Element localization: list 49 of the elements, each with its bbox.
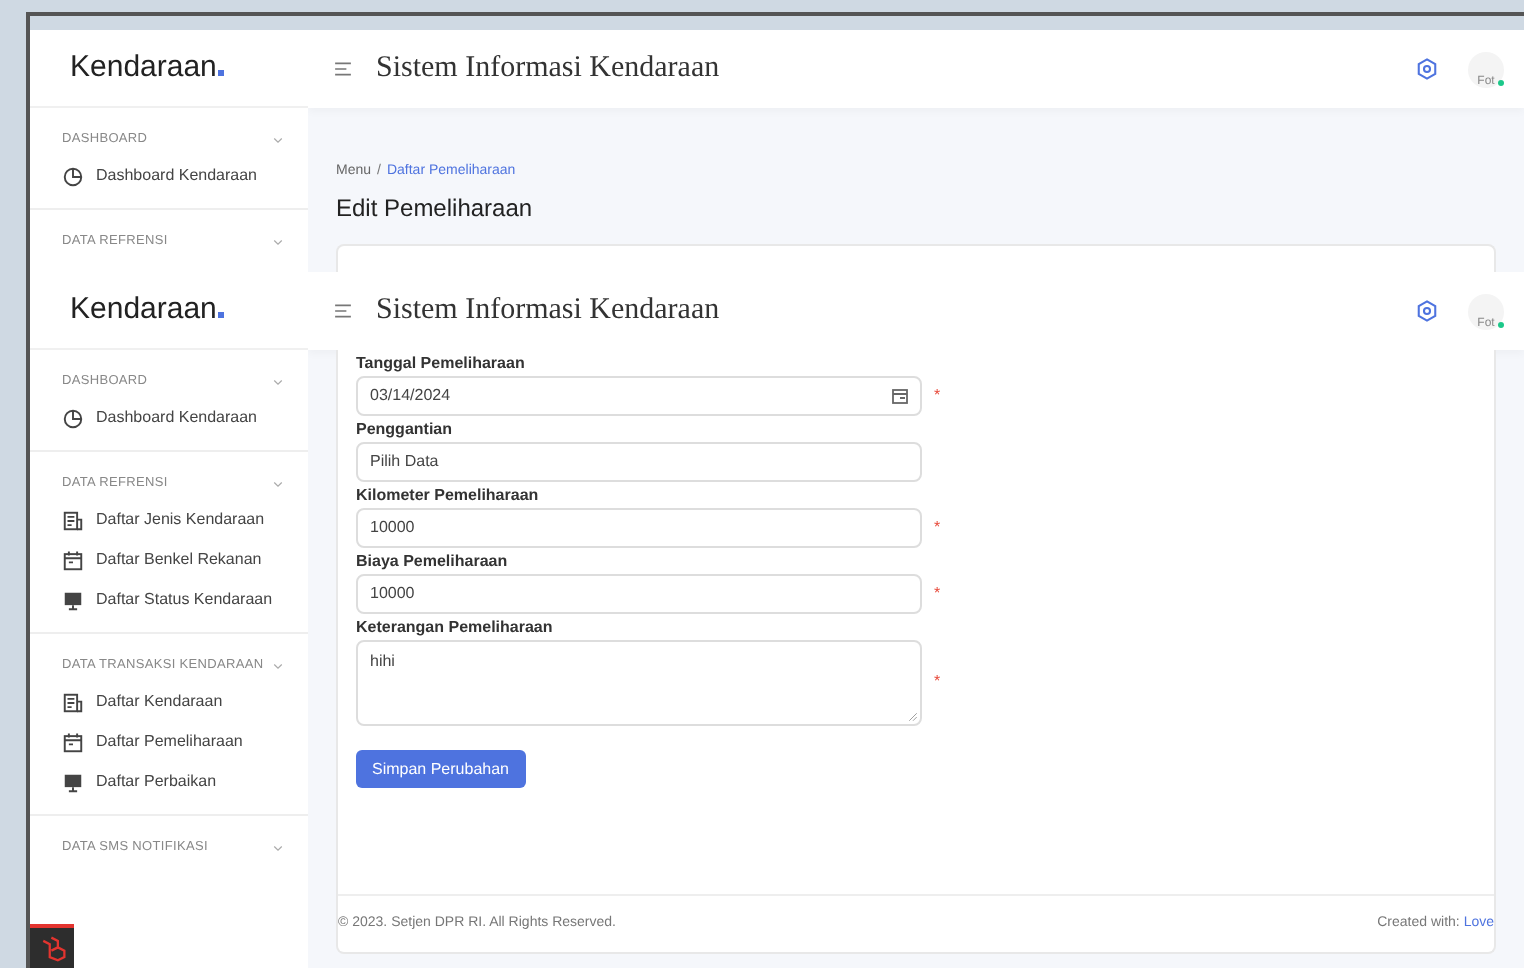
menu-item[interactable]: Daftar Perbaikan [62, 762, 217, 802]
required-mark: * [934, 670, 941, 694]
pie-chart-icon [62, 407, 84, 429]
field-label: Biaya Pemeliharaan [356, 550, 510, 572]
app-logo[interactable]: Kendaraan [70, 287, 225, 333]
settings-icon [1416, 300, 1438, 322]
chevron-down-icon [272, 134, 284, 146]
pie-chart-icon [62, 165, 84, 187]
monitor-icon [62, 771, 84, 793]
required-mark: * [934, 384, 941, 408]
chevron-down-icon [272, 842, 284, 854]
menu-icon [334, 60, 352, 78]
date-field[interactable]: 03/14/2024 [356, 376, 922, 416]
text-area[interactable]: hihi [356, 640, 922, 726]
calendar-icon [62, 549, 84, 571]
app-title: Sistem Informasi Kendaraan [376, 50, 722, 89]
calendar-icon [892, 388, 908, 404]
app-title: Sistem Informasi Kendaraan [376, 292, 722, 331]
calendar-icon [62, 731, 84, 753]
input-field[interactable]: 10000 [356, 574, 922, 614]
menu-item[interactable]: Daftar Benkel Rekanan [62, 540, 262, 580]
required-mark: * [934, 582, 941, 606]
field-label: Tanggal Pemeliharaan [356, 352, 527, 374]
field-label: Keterangan Pemeliharaan [356, 616, 555, 638]
chevron-down-icon [272, 236, 284, 248]
submit-button[interactable]: Simpan Perubahan [356, 750, 525, 788]
logo-icon [39, 935, 65, 961]
monitor-icon [62, 589, 84, 611]
field-label: Kilometer Pemeliharaan [356, 484, 541, 506]
document-icon [62, 691, 84, 713]
resize-handle-icon [908, 712, 918, 722]
page-title: Edit Pemeliharaan [336, 191, 535, 225]
document-icon [62, 509, 84, 531]
input-field[interactable]: Pilih Data [356, 442, 922, 482]
settings-icon [1416, 58, 1438, 80]
menu-item[interactable]: Daftar Jenis Kendaraan [62, 500, 265, 540]
chevron-down-icon [272, 660, 284, 672]
chevron-down-icon [272, 376, 284, 388]
menu-item[interactable]: Daftar Status Kendaraan [62, 580, 273, 620]
menu-item[interactable]: Dashboard Kendaraan [62, 156, 258, 196]
field-label: Penggantian [356, 418, 455, 440]
required-mark: * [934, 516, 941, 540]
app-logo[interactable]: Kendaraan [70, 45, 225, 91]
menu-item[interactable]: Daftar Pemeliharaan [62, 722, 243, 762]
input-field[interactable]: 10000 [356, 508, 922, 548]
menu-item[interactable]: Daftar Kendaraan [62, 682, 223, 722]
menu-item[interactable]: Dashboard Kendaraan [62, 398, 258, 438]
chevron-down-icon [272, 478, 284, 490]
menu-icon [334, 302, 352, 320]
